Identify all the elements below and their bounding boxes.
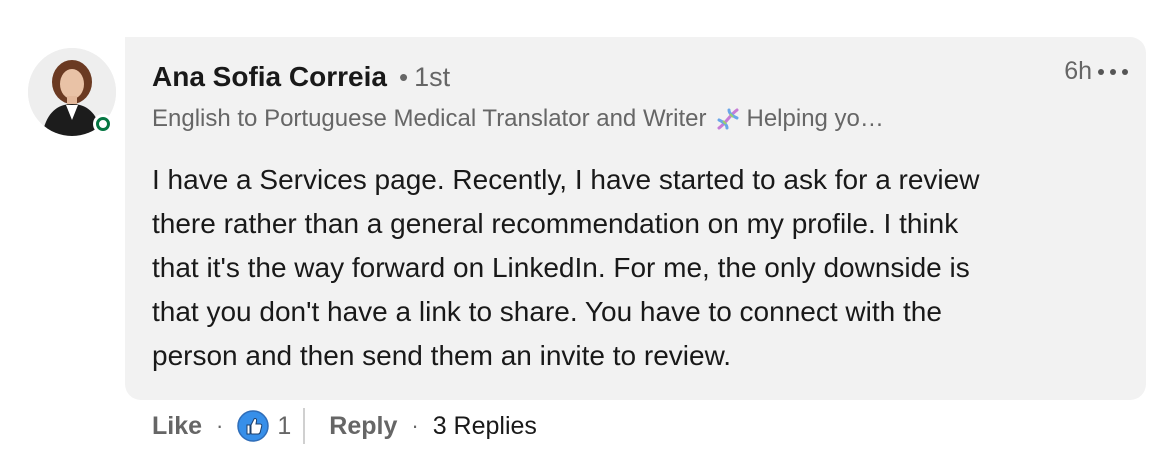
comment-timestamp: 6h xyxy=(1064,57,1092,85)
reply-button[interactable]: Reply xyxy=(329,412,397,441)
headline-text-start: English to Portuguese Medical Translator… xyxy=(152,105,707,132)
replies-link[interactable]: 3 Replies xyxy=(433,412,537,441)
comment-body-line: that you don't have a link to share. You… xyxy=(152,296,942,327)
comment-body-line: that it's the way forward on LinkedIn. F… xyxy=(152,252,970,283)
action-divider xyxy=(303,408,306,444)
degree-separator: • xyxy=(398,62,409,92)
headline-text-end: Helping yo… xyxy=(746,105,884,132)
author-headline[interactable]: English to Portuguese Medical Translator… xyxy=(152,105,884,133)
comment-body: I have a Services page. Recently, I have… xyxy=(152,158,1112,378)
dna-icon xyxy=(717,108,738,130)
comment-bubble: Ana Sofia Correia • 1st 6h English to Po… xyxy=(125,37,1146,400)
author-line: Ana Sofia Correia • 1st xyxy=(152,61,450,93)
comment-body-line: person and then send them an invite to r… xyxy=(152,340,732,371)
action-separator: · xyxy=(216,413,224,438)
thumbs-up-icon[interactable] xyxy=(237,410,270,442)
comment-body-line: there rather than a general recommendati… xyxy=(152,208,959,239)
more-icon[interactable] xyxy=(1098,67,1128,77)
like-button[interactable]: Like xyxy=(152,412,202,441)
action-separator: · xyxy=(411,413,419,438)
connection-degree: 1st xyxy=(414,62,451,92)
comment-actions: Like · 1 Reply · 3 Replies xyxy=(152,404,537,448)
author-name[interactable]: Ana Sofia Correia xyxy=(152,61,387,93)
comment-body-line: I have a Services page. Recently, I have… xyxy=(152,164,980,195)
online-status-indicator xyxy=(96,117,110,131)
reaction-count[interactable]: 1 xyxy=(277,412,291,441)
